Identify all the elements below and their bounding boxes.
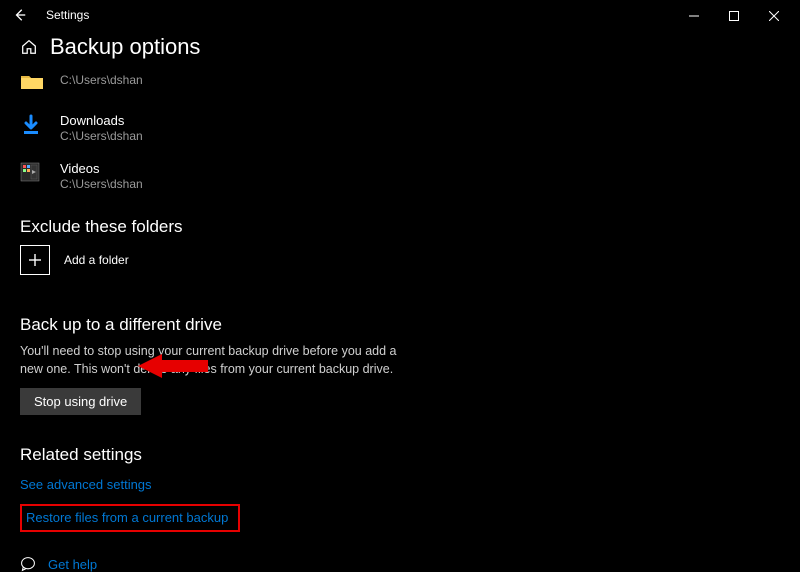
folder-icon	[20, 73, 46, 91]
get-help-link[interactable]: Get help	[48, 557, 97, 572]
folder-path: C:\Users\dshan	[60, 177, 143, 191]
back-arrow-icon	[13, 8, 27, 22]
add-folder-button[interactable]: Add a folder	[20, 245, 780, 275]
related-heading: Related settings	[20, 445, 780, 465]
minimize-button[interactable]	[674, 4, 714, 28]
restore-files-link[interactable]: Restore files from a current backup	[26, 510, 228, 525]
maximize-button[interactable]	[714, 4, 754, 28]
page-title: Backup options	[50, 34, 200, 60]
close-icon	[769, 11, 779, 21]
folder-item[interactable]: Videos C:\Users\dshan	[20, 161, 780, 191]
add-folder-label: Add a folder	[64, 253, 129, 267]
back-button[interactable]	[8, 3, 32, 27]
close-button[interactable]	[754, 4, 794, 28]
maximize-icon	[729, 11, 739, 21]
downloads-icon	[20, 114, 46, 136]
plus-icon	[27, 252, 43, 268]
folder-name: Downloads	[60, 113, 143, 128]
exclude-heading: Exclude these folders	[20, 217, 780, 237]
folder-name: Videos	[60, 161, 143, 176]
folder-path: C:\Users\dshan	[60, 73, 143, 87]
different-drive-heading: Back up to a different drive	[20, 315, 780, 335]
folder-item[interactable]: C:\Users\dshan	[20, 72, 780, 91]
folder-path: C:\Users\dshan	[60, 129, 143, 143]
minimize-icon	[689, 11, 699, 21]
videos-icon	[20, 162, 46, 182]
advanced-settings-link[interactable]: See advanced settings	[20, 477, 152, 492]
folder-item[interactable]: Downloads C:\Users\dshan	[20, 113, 780, 143]
restore-highlight: Restore files from a current backup	[20, 504, 240, 532]
help-icon	[20, 556, 36, 572]
stop-using-drive-button[interactable]: Stop using drive	[20, 388, 141, 415]
app-title: Settings	[46, 8, 89, 22]
different-drive-desc: You'll need to stop using your current b…	[20, 343, 400, 378]
home-icon	[20, 38, 38, 56]
